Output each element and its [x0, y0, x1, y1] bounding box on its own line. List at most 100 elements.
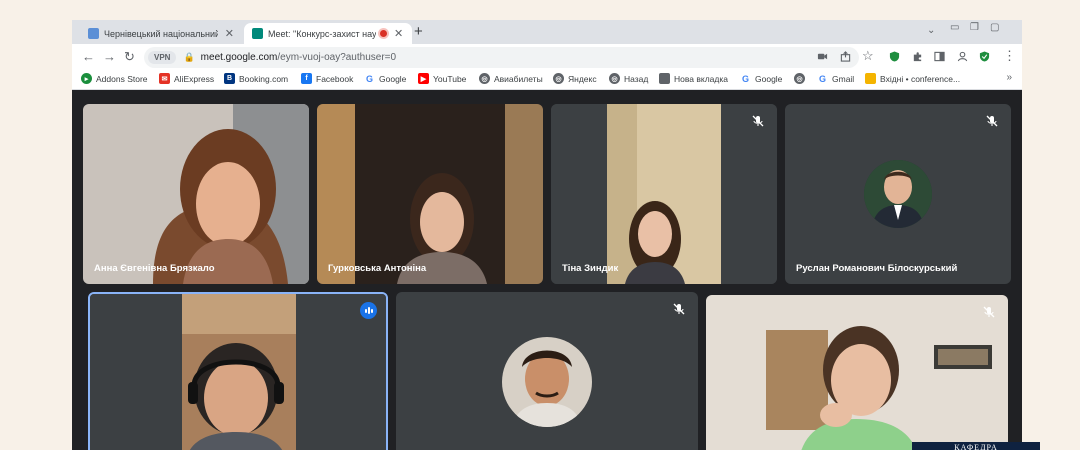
addons-icon: ▸: [81, 73, 92, 84]
bookmark-booking[interactable]: B Booking.com: [224, 73, 288, 84]
university-favicon-icon: [88, 28, 99, 39]
bookmarks-bar: ▸ Addons Store ✉ AliExpress B Booking.com f…: [72, 70, 1022, 90]
bookmark-label: Нова вкладка: [674, 73, 728, 84]
back-icon[interactable]: ←: [82, 49, 95, 64]
participant-tile-3[interactable]: Тіна Зиндик: [551, 104, 777, 284]
aliexpress-icon: ✉: [159, 73, 170, 84]
extensions-puzzle-icon[interactable]: [912, 51, 923, 62]
menu-kebab-icon[interactable]: ⋮: [1003, 48, 1016, 64]
address-bar[interactable]: VPN 🔒 meet.google.com/eym-vuoj-oay?authu…: [144, 47, 859, 68]
restore-icon[interactable]: ❐: [970, 22, 979, 33]
profile-icon[interactable]: [957, 51, 968, 62]
bookmark-label: Вхідні • conference...: [880, 73, 961, 84]
tab-university[interactable]: Чернівецький національний ун ✕: [80, 23, 242, 44]
tab-search-icon[interactable]: ⌄: [927, 25, 935, 36]
browser-window: Чернівецький національний ун ✕ Meet: "Ко…: [72, 20, 1022, 450]
participant-name: Тіна Зиндик: [562, 263, 619, 274]
bookmark-gmail[interactable]: G Gmail: [817, 73, 854, 84]
participant-tile-4[interactable]: Руслан Романович Білоскурський: [785, 104, 1011, 284]
participant-tile-7[interactable]: [706, 295, 1008, 450]
vpn-badge[interactable]: VPN: [148, 51, 177, 64]
avatar-photo: [502, 337, 592, 427]
tab-title: Чернівецький національний ун: [104, 28, 218, 39]
mic-off-icon: [752, 115, 764, 127]
url-path: /eym-vuoj-oay?authuser=0: [277, 52, 397, 63]
bookmark-youtube[interactable]: ▶ YouTube: [418, 73, 466, 84]
mic-off-icon: [673, 303, 685, 315]
recording-icon: [380, 30, 387, 37]
new-tab-button[interactable]: +: [414, 23, 423, 40]
url-host: meet.google.com: [200, 52, 278, 63]
url-text: meet.google.com/eym-vuoj-oay?authuser=0: [201, 52, 396, 63]
google-icon: G: [365, 73, 373, 84]
speaking-indicator-icon: [360, 302, 377, 319]
participant-video-7: [706, 295, 1008, 450]
globe-icon: ◎: [553, 73, 564, 84]
participant-tile-2[interactable]: Гурковська Антоніна: [317, 104, 543, 284]
meet-favicon-icon: [252, 28, 263, 39]
bookmark-label: Google: [379, 73, 407, 84]
page-icon: [659, 73, 670, 84]
participant-name: Руслан Романович Білоскурський: [796, 263, 958, 274]
bookmark-label: Facebook: [316, 73, 354, 84]
bookmark-facebook[interactable]: f Facebook: [301, 73, 353, 84]
window-close-icon[interactable]: ▢: [990, 22, 999, 33]
bookmark-star-icon[interactable]: ☆: [862, 48, 874, 64]
bookmark-label: YouTube: [433, 73, 467, 84]
camera-icon[interactable]: [817, 51, 828, 62]
bookmark-label: Назад: [624, 73, 649, 84]
google-icon: G: [818, 73, 826, 84]
toolbar: ← → ↻ VPN 🔒 meet.google.com/eym-vuoj-oay…: [72, 44, 1022, 70]
avatar: [502, 337, 592, 427]
globe-icon: ◎: [609, 73, 620, 84]
minimize-icon[interactable]: ▭: [950, 22, 959, 33]
folder-icon: [865, 73, 876, 84]
bookmark-conference[interactable]: Вхідні • conference...: [865, 73, 960, 84]
participant-name: Анна Євгенівна Брязкало: [94, 263, 215, 274]
forward-icon[interactable]: →: [103, 49, 116, 64]
tab-strip: Чернівецький національний ун ✕ Meet: "Ко…: [72, 20, 1022, 44]
participant-video-5: [90, 294, 386, 450]
avatar: [864, 160, 932, 228]
bookmark-new-tab[interactable]: Нова вкладка: [659, 73, 728, 84]
department-logo: КАФЕДРА: [912, 442, 1040, 450]
participant-tile-6[interactable]: [396, 292, 698, 450]
bookmark-aliexpress[interactable]: ✉ AliExpress: [159, 73, 214, 84]
bookmark-label: AliExpress: [174, 73, 215, 84]
tab-title: Meet: "Конкурс-захист наук: [268, 28, 376, 39]
participant-video-2: [317, 104, 543, 284]
bookmark-nazad[interactable]: ◎ Назад: [609, 73, 648, 84]
side-panel-icon[interactable]: [934, 51, 945, 62]
bookmark-label: Google: [755, 73, 783, 84]
tab-meet[interactable]: Meet: "Конкурс-захист наук ✕: [244, 23, 412, 44]
bookmark-addons-store[interactable]: ▸ Addons Store: [81, 73, 148, 84]
close-icon[interactable]: ✕: [225, 27, 234, 40]
bookmark-label: Booking.com: [239, 73, 289, 84]
more-bookmarks-icon[interactable]: »: [1006, 72, 1012, 83]
security-shield-icon[interactable]: [979, 51, 990, 62]
participant-video-3: [551, 104, 777, 284]
lock-icon[interactable]: 🔒: [183, 52, 194, 63]
bookmark-yandex[interactable]: ◎ Яндекс: [553, 73, 597, 84]
globe-icon: ◎: [479, 73, 490, 84]
bookmark-label: Авиабилеты: [494, 73, 543, 84]
bookmark-aviabilety[interactable]: ◎ Авиабилеты: [479, 73, 543, 84]
bookmark-google[interactable]: G Google: [364, 73, 406, 84]
globe-icon: ◎: [794, 73, 805, 84]
shield-icon[interactable]: [889, 51, 900, 62]
mic-off-icon: [983, 306, 995, 318]
booking-icon: B: [224, 73, 235, 84]
mic-off-icon: [986, 115, 998, 127]
bookmark-label: Яндекс: [568, 73, 597, 84]
participant-name: Гурковська Антоніна: [328, 263, 427, 274]
close-icon[interactable]: ✕: [394, 27, 403, 40]
participant-tile-1[interactable]: Анна Євгенівна Брязкало: [83, 104, 309, 284]
participant-video-1: [83, 104, 309, 284]
bookmark-globe[interactable]: ◎: [794, 73, 809, 84]
bookmark-google-2[interactable]: G Google: [740, 73, 782, 84]
bookmark-label: Gmail: [832, 73, 855, 84]
reload-icon[interactable]: ↻: [124, 49, 135, 65]
youtube-icon: ▶: [418, 73, 429, 84]
participant-tile-5[interactable]: [88, 292, 388, 450]
share-icon[interactable]: [840, 51, 851, 62]
